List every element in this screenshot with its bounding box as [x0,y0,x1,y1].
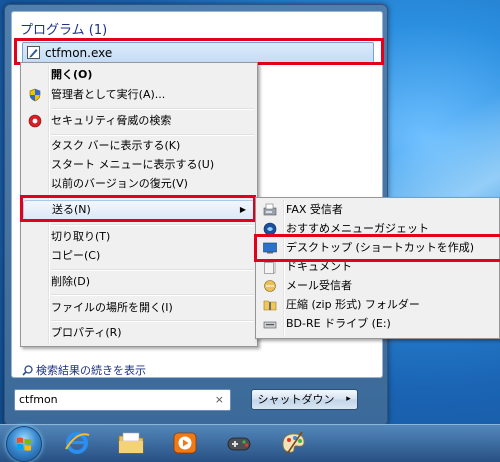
menu-item-label: 以前のバージョンの復元(V) [51,177,188,190]
menu-item-label: FAX 受信者 [286,203,343,216]
shutdown-options-arrow-icon[interactable]: ▸ [340,389,358,410]
sendto-item-documents[interactable]: ドキュメント [258,257,497,277]
menu-item-label: 圧縮 (zip 形式) フォルダー [286,298,420,311]
shutdown-button[interactable]: シャットダウン [251,389,341,410]
shutdown-group: シャットダウン ▸ [251,389,359,410]
context-menu: 開く(O) 管理者として実行(A)... セキュリティ脅威の検索 タスク バーに… [20,62,258,347]
mail-icon [264,280,276,292]
menu-item-label: デスクトップ (ショートカットを作成) [286,241,475,254]
menu-item-label: 切り取り(T) [51,230,111,243]
clear-search-icon[interactable]: × [215,393,224,406]
zip-folder-icon [263,300,277,311]
fax-icon [263,203,277,216]
application-icon [27,46,40,59]
menu-item-properties[interactable]: プロパティ(R) [23,323,255,343]
start-button[interactable] [6,426,42,462]
menu-item-send-to[interactable]: 送る(N) ▶ [23,200,255,220]
documents-icon [264,260,276,274]
menu-item-label: 送る(N) [52,203,91,216]
sendto-item-fax[interactable]: FAX 受信者 [258,200,497,220]
menu-item-label: 開く(O) [51,68,93,81]
menu-item-label: BD-RE ドライブ (E:) [286,317,391,330]
see-more-results-label: 検索結果の続きを表示 [36,364,146,377]
taskbar [0,424,500,462]
menu-item-label: 管理者として実行(A)... [51,88,166,101]
menu-item-label: タスク バーに表示する(K) [51,139,181,152]
menu-item-run-as-admin[interactable]: 管理者として実行(A)... [23,85,255,105]
see-more-results-link[interactable]: 検索結果の続きを表示 [22,362,146,378]
media-player-icon[interactable] [170,429,200,457]
menu-item-security-scan[interactable]: セキュリティ脅威の検索 [23,111,255,131]
menu-item-label: スタート メニューに表示する(U) [51,158,215,171]
sendto-item-mail[interactable]: メール受信者 [258,276,497,296]
sendto-item-zip-folder[interactable]: 圧縮 (zip 形式) フォルダー [258,295,497,315]
menu-item-label: コピー(C) [51,249,101,262]
search-box[interactable]: × [14,389,231,411]
internet-explorer-icon[interactable] [62,429,92,457]
security-scan-icon [28,114,42,128]
games-icon[interactable] [224,429,254,457]
uac-shield-icon [29,88,41,102]
menu-item-delete[interactable]: 削除(D) [23,272,255,292]
disc-drive-icon [263,321,277,329]
menu-item-open-file-location[interactable]: ファイルの場所を開く(I) [23,298,255,318]
search-input[interactable] [19,392,204,407]
search-icon [22,365,33,376]
menu-item-label: プロパティ(R) [51,326,122,339]
menu-item-label: おすすめメニューガジェット [286,222,429,235]
programs-header: プログラム (1) [20,23,108,38]
windows-logo-icon [17,437,31,451]
send-to-submenu: FAX 受信者 おすすめメニューガジェット デスクトップ (ショートカットを作成… [255,197,500,339]
menu-item-pin-taskbar[interactable]: タスク バーに表示する(K) [23,136,255,156]
menu-item-copy[interactable]: コピー(C) [23,246,255,266]
menu-item-label: セキュリティ脅威の検索 [51,114,172,127]
desktop-icon [263,242,277,254]
menu-item-label: ドキュメント [286,260,352,273]
menu-item-cut[interactable]: 切り取り(T) [23,227,255,247]
program-result-ctfmon[interactable]: ctfmon.exe [22,42,374,64]
sendto-item-gadget[interactable]: おすすめメニューガジェット [258,219,497,239]
menu-item-label: 削除(D) [51,275,91,288]
program-result-label: ctfmon.exe [45,46,113,60]
menu-item-pin-start[interactable]: スタート メニューに表示する(U) [23,155,255,175]
sendto-item-desktop-shortcut[interactable]: デスクトップ (ショートカットを作成) [258,238,497,258]
file-explorer-icon[interactable] [116,429,146,457]
menu-item-restore-previous[interactable]: 以前のバージョンの復元(V) [23,174,255,194]
menu-item-label: ファイルの場所を開く(I) [51,301,173,314]
menu-item-label: メール受信者 [286,279,352,292]
submenu-arrow-icon: ▶ [239,205,246,214]
gadget-icon [263,222,277,236]
paint-icon[interactable] [278,429,308,457]
sendto-item-bd-drive[interactable]: BD-RE ドライブ (E:) [258,314,497,334]
menu-item-open[interactable]: 開く(O) [23,65,255,85]
